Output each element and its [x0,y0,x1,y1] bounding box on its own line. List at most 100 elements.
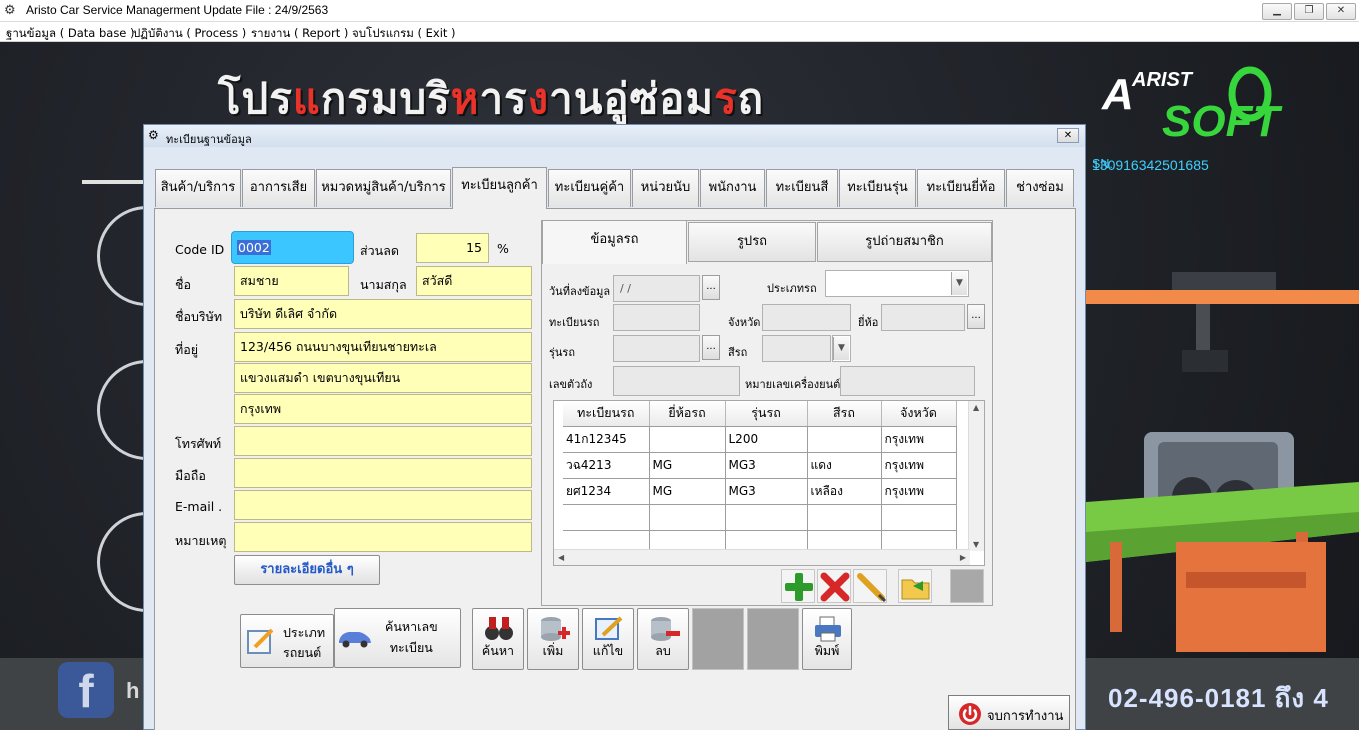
color-dropdown[interactable]: ▼ [832,335,851,362]
find-label: ค้นหา [481,643,515,658]
table-cell [649,426,726,453]
car-type-button[interactable]: ประเภท รถยนต์ [240,614,334,668]
table-cell: วฉ4213 [563,452,650,479]
table-cell: 41ก12345 [563,426,650,453]
table-row[interactable]: วฉ4213 MG MG3 แดง กรุงเทพ [563,452,957,479]
tab-mechanics[interactable]: ช่างซ่อม [1006,169,1074,207]
tab-partners[interactable]: ทะเบียนคู่ค้า [548,169,631,207]
add-button[interactable]: เพิ่ม [527,608,579,670]
note-field[interactable] [234,522,532,552]
model-lookup-button[interactable]: ... [702,335,720,360]
mobile-field[interactable] [234,458,532,488]
more-details-button[interactable]: รายละเอียดอื่น ๆ [234,555,380,585]
vehicle-grid[interactable]: ทะเบียนรถ ยี่ห้อรถ รุ่นรถ สีรถ จังหวัด 4… [553,400,985,566]
scroll-up-icon[interactable]: ▲ [973,403,979,412]
province-field[interactable] [762,304,851,331]
disabled-button [747,608,799,670]
address-line1-field[interactable]: 123/456 ถนนบางขุนเทียนชายทะเล [234,332,532,362]
color-label: สีรถ [728,346,748,359]
print-label: พิมพ์ [814,643,840,658]
name-field[interactable]: สมชาย [234,266,349,296]
color-field[interactable] [762,335,831,362]
model-field[interactable] [613,335,700,362]
table-row[interactable]: 41ก12345 L200 กรุงเทพ [563,426,957,453]
vehicle-type-select[interactable]: ▼ [825,270,969,297]
tab-products[interactable]: สินค้า/บริการ [155,169,241,207]
entry-date-field[interactable]: / / [613,275,700,302]
horizontal-scrollbar[interactable]: ◀ ▶ [554,549,970,565]
table-cell: MG3 [725,478,808,505]
tab-customers[interactable]: ทะเบียนลูกค้า [452,167,547,209]
find-button[interactable]: ค้นหา [472,608,524,670]
open-folder-button[interactable] [898,569,932,603]
tab-colors[interactable]: ทะเบียนสี [766,169,838,207]
scroll-left-icon[interactable]: ◀ [558,553,564,562]
menu-report[interactable]: รายงาน ( Report ) [251,25,348,43]
restore-button[interactable]: ❐ [1294,3,1324,20]
tab-employees[interactable]: พนักงาน [700,169,765,207]
column-header[interactable]: จังหวัด [881,401,957,427]
address-line3-field[interactable]: กรุงเทพ [234,394,532,424]
phone-field[interactable] [234,426,532,456]
column-header[interactable]: สีรถ [807,401,882,427]
photo-placeholder [950,569,984,603]
edit-button[interactable]: แก้ไข [582,608,634,670]
table-row[interactable]: ยศ1234 MG MG3 เหลือง กรุงเทพ [563,478,957,505]
tab-categories[interactable]: หมวดหมู่สินค้า/บริการ [316,169,451,207]
menu-exit[interactable]: จบโปรแกรม ( Exit ) [352,25,456,43]
close-button[interactable]: ✕ [1326,3,1356,20]
chevron-down-icon[interactable]: ▼ [833,337,849,360]
email-field[interactable] [234,490,532,520]
chassis-field[interactable] [613,366,740,396]
delete-vehicle-button[interactable] [817,569,851,603]
column-header[interactable]: ทะเบียนรถ [563,401,650,427]
tab-member-photo[interactable]: รูปถ่ายสมาชิก [817,222,992,262]
vertical-scrollbar[interactable]: ▲ ▼ [968,401,984,551]
table-row[interactable] [563,504,957,531]
menu-database[interactable]: ฐานข้อมูล ( Data base ) [6,25,135,43]
column-header[interactable]: ยี่ห้อรถ [649,401,726,427]
add-label: เพิ่ม [542,643,564,658]
binoculars-icon [485,617,513,640]
add-vehicle-button[interactable] [781,569,815,603]
scroll-right-icon[interactable]: ▶ [960,553,966,562]
app-title: Aristo Car Service Managerment Update Fi… [26,3,329,17]
table-cell: กรุงเทพ [881,426,957,453]
brand-field[interactable] [881,304,965,331]
surname-field[interactable]: สวัสดี [416,266,532,296]
banner-title-part: กรม [320,74,400,123]
address-line2-field[interactable]: แขวงแสมดำ เขตบางขุนเทียน [234,363,532,393]
code-id-field[interactable]: 0002 [231,231,354,264]
disabled-button [692,608,744,670]
table-cell: MG3 [725,452,808,479]
dialog-close-button[interactable]: ✕ [1057,128,1079,143]
surname-label: นามสกุล [360,277,407,292]
minimize-button[interactable]: ▁ [1262,3,1292,20]
svg-text:A: A [1101,70,1134,119]
facebook-icon: f [58,662,114,718]
column-header[interactable]: รุ่นรถ [725,401,808,427]
dialog-title: ทะเบียนฐานข้อมูล [166,133,252,146]
search-plate-button[interactable]: ค้นหาเลข ทะเบียน [334,608,461,668]
delete-button[interactable]: ลบ [637,608,689,670]
edit-vehicle-button[interactable] [853,569,887,603]
print-button[interactable]: พิมพ์ [802,608,852,670]
tab-brands[interactable]: ทะเบียนยี่ห้อ [917,169,1005,207]
company-field[interactable]: บริษัท ดีเลิศ จำกัด [234,299,532,329]
tab-units[interactable]: หน่วยนับ [632,169,699,207]
tab-vehicle-info[interactable]: ข้อมูลรถ [542,220,687,264]
scroll-down-icon[interactable]: ▼ [973,540,979,549]
discount-field[interactable]: 15 [416,233,489,263]
tab-models[interactable]: ทะเบียนรุ่น [839,169,916,207]
chevron-down-icon[interactable]: ▼ [951,272,967,295]
pencil-icon [857,573,887,603]
tab-symptoms[interactable]: อาการเสีย [242,169,315,207]
tab-vehicle-photo[interactable]: รูปรถ [688,222,816,262]
end-work-button[interactable]: จบการทำงาน [948,695,1070,730]
brand-lookup-button[interactable]: ... [967,304,985,329]
date-picker-button[interactable]: ... [702,275,720,300]
plate-field[interactable] [613,304,700,331]
engine-field[interactable] [840,366,975,396]
menu-process[interactable]: ปฏิบัติงาน ( Process ) [133,25,246,43]
car-icon [339,632,371,648]
